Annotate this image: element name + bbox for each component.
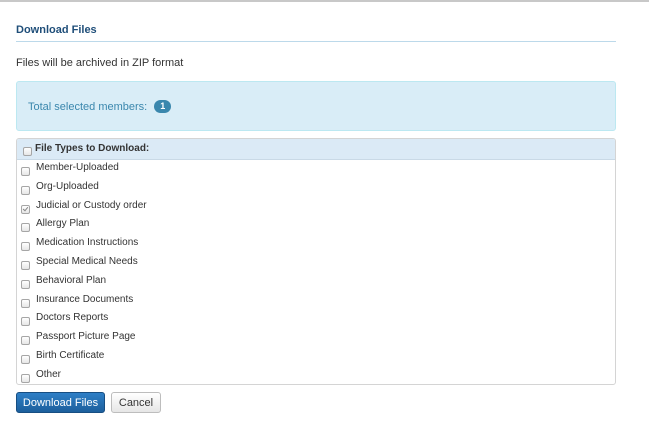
download-files-button[interactable]: Download Files [16, 392, 105, 413]
file-type-checkbox[interactable] [21, 223, 30, 233]
file-type-label: Member-Uploaded [36, 162, 119, 173]
file-type-label: Insurance Documents [36, 293, 134, 305]
dialog-title: Download Files [16, 24, 97, 36]
cancel-button[interactable]: Cancel [111, 392, 161, 413]
info-text: Total selected members: 1 [28, 100, 172, 113]
file-type-label: Behavioral Plan [36, 274, 107, 286]
file-type-label: Other [36, 368, 62, 380]
file-types-header-label: File Types to Download: [35, 143, 150, 154]
file-type-row[interactable]: Medication Instructions [17, 235, 615, 254]
file-type-checkbox[interactable] [21, 317, 30, 327]
file-type-row[interactable]: Behavioral Plan [17, 273, 615, 292]
file-type-row[interactable]: Passport Picture Page [17, 329, 615, 348]
file-type-checkbox[interactable] [21, 185, 30, 195]
file-type-row[interactable]: Other [17, 367, 615, 384]
dialog-subtitle: Files will be archived in ZIP format [16, 57, 184, 69]
file-type-row[interactable]: Insurance Documents [17, 292, 615, 311]
file-type-row[interactable]: Doctors Reports [17, 310, 615, 329]
file-type-label: Birth Certificate [36, 349, 105, 361]
window-top-border [0, 0, 649, 2]
file-type-label: Allergy Plan [36, 218, 90, 230]
file-type-label: Passport Picture Page [36, 331, 136, 343]
file-type-checkbox[interactable] [21, 167, 30, 176]
file-types-header: File Types to Download: [17, 139, 615, 160]
file-type-row[interactable]: Birth Certificate [17, 348, 615, 367]
file-types-panel: File Types to Download: Member-Uploaded O… [16, 138, 616, 385]
file-type-row[interactable]: Judicial or Custody order [17, 198, 615, 217]
file-type-checkbox[interactable] [21, 242, 30, 252]
file-type-checkbox[interactable] [21, 373, 30, 383]
file-type-checkbox[interactable] [21, 354, 30, 364]
file-type-checkbox[interactable] [21, 336, 30, 346]
file-types-list: Member-Uploaded Org-Uploaded Judicial or C… [17, 160, 615, 384]
selected-count-badge: 1 [154, 100, 172, 113]
title-divider [16, 41, 616, 42]
selected-members-info: Total selected members: 1 [16, 81, 616, 131]
file-type-label: Doctors Reports [36, 312, 109, 324]
file-type-checkbox[interactable] [21, 204, 30, 214]
file-type-checkbox[interactable] [21, 298, 30, 308]
file-type-label: Org-Uploaded [36, 180, 99, 192]
file-type-checkbox[interactable] [21, 279, 30, 289]
selected-members-label: Total selected members: [28, 101, 148, 113]
file-type-row[interactable]: Org-Uploaded [17, 179, 615, 198]
file-type-label: Medication Instructions [36, 237, 139, 249]
file-type-label: Judicial or Custody order [36, 199, 147, 211]
file-type-checkbox[interactable] [21, 260, 30, 270]
file-type-row[interactable]: Member-Uploaded [17, 160, 615, 179]
file-type-label: Special Medical Needs [36, 255, 138, 267]
file-type-row[interactable]: Special Medical Needs [17, 254, 615, 273]
select-all-checkbox[interactable] [23, 147, 32, 156]
file-type-row[interactable]: Allergy Plan [17, 216, 615, 235]
